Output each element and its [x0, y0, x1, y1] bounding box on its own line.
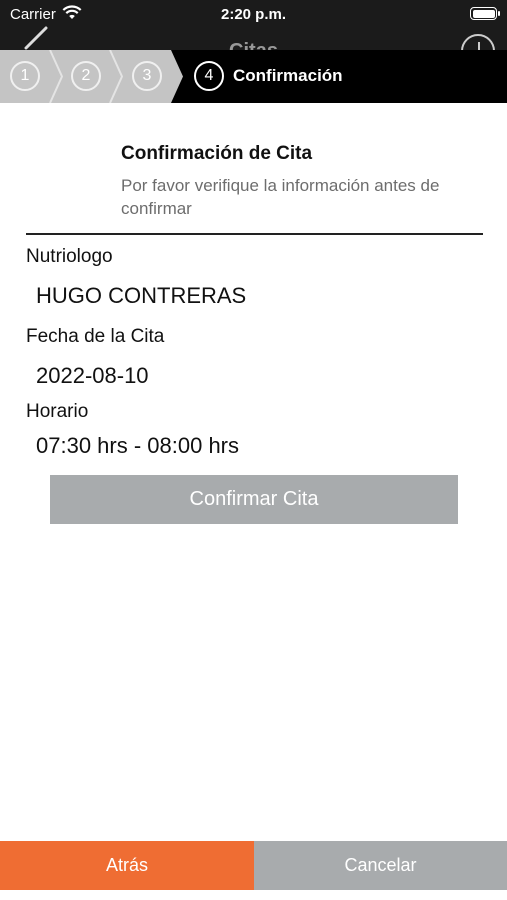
confirm-button[interactable]: Confirmar Cita	[50, 475, 458, 524]
step-1-circle: 1	[10, 61, 40, 91]
cancel-button[interactable]: Cancelar	[254, 841, 507, 890]
step-indicator: 1 2 3 4 Confirmación	[0, 50, 507, 103]
step-2-circle: 2	[71, 61, 101, 91]
divider	[26, 233, 483, 235]
status-bar: Carrier 2:20 p.m.	[0, 0, 507, 28]
step-4-circle: 4	[194, 61, 224, 91]
nutriologo-label: Nutriologo	[26, 246, 113, 267]
fecha-label: Fecha de la Cita	[26, 326, 165, 347]
battery-icon	[470, 7, 500, 20]
horario-value: 07:30 hrs - 08:00 hrs	[36, 433, 240, 458]
back-button[interactable]: Atrás	[0, 841, 254, 890]
step-active-label: Confirmación	[233, 66, 343, 85]
confirmation-subtitle: Por favor verifique la información antes…	[121, 176, 440, 218]
clock: 2:20 p.m.	[220, 6, 287, 23]
confirmation-title: Confirmación de Cita	[121, 143, 313, 164]
horario-label: Horario	[26, 401, 89, 422]
fecha-value: 2022-08-10	[36, 363, 149, 388]
nutriologo-value: HUGO CONTRERAS	[36, 283, 247, 308]
step-3-circle: 3	[132, 61, 162, 91]
